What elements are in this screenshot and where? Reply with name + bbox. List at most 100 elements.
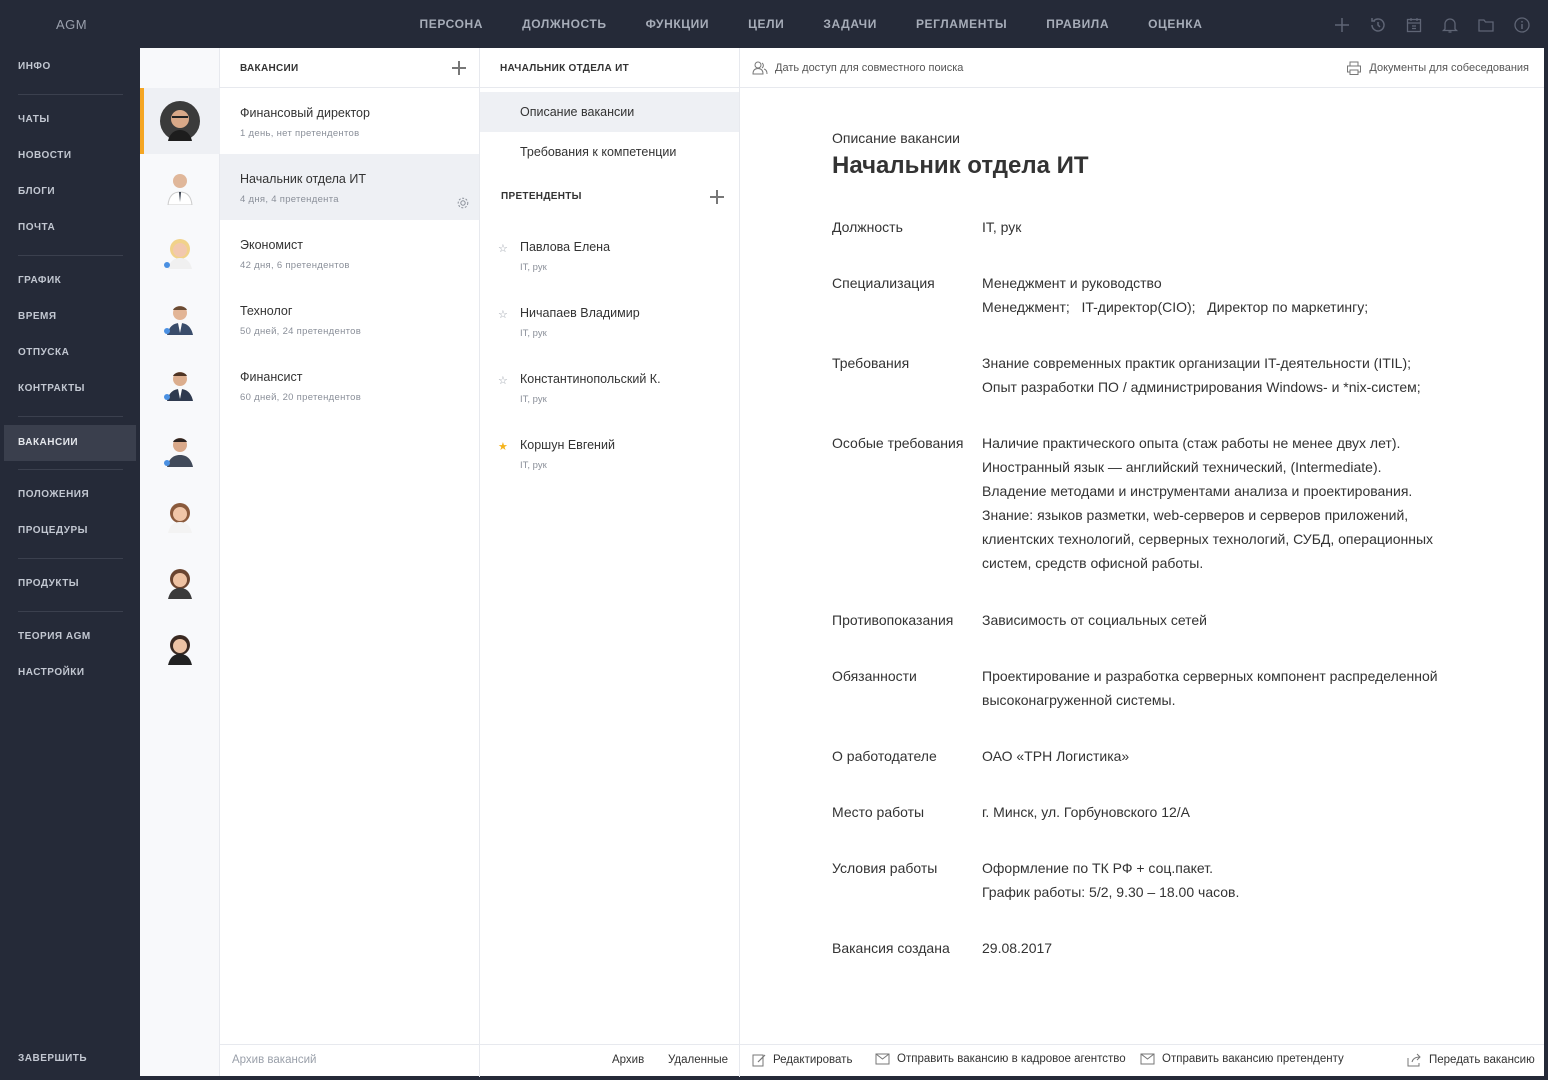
transfer-button[interactable]: Передать вакансию (1407, 1053, 1535, 1067)
share-search-label: Дать доступ для совместного поиска (775, 62, 964, 74)
star-icon[interactable]: ☆ (498, 242, 508, 255)
vacancy-meta: 42 дня, 6 претендентов (240, 260, 350, 271)
gear-icon[interactable] (456, 196, 470, 210)
avatar[interactable] (140, 286, 220, 352)
avatar[interactable] (140, 616, 220, 682)
avatar[interactable] (140, 484, 220, 550)
top-bar: AGM ПЕРСОНА ДОЛЖНОСТЬ ФУНКЦИИ ЦЕЛИ ЗАДАЧ… (0, 0, 1548, 48)
nav-tasks[interactable]: ЗАДАЧИ (804, 0, 897, 48)
tab-description[interactable]: Описание вакансии (480, 92, 739, 132)
sidebar-item-info[interactable]: ИНФО (4, 49, 136, 85)
add-candidate-icon[interactable] (710, 190, 724, 204)
nav-persona[interactable]: ПЕРСОНА (400, 0, 503, 48)
star-icon[interactable]: ☆ (498, 308, 508, 321)
field-label: Особые требования (832, 435, 964, 451)
sidebar-item-products[interactable]: ПРОДУКТЫ (4, 566, 136, 602)
field-row: Обязанности Проектирование и разработка … (832, 664, 1472, 712)
top-nav: ПЕРСОНА ДОЛЖНОСТЬ ФУНКЦИИ ЦЕЛИ ЗАДАЧИ РЕ… (400, 0, 1222, 48)
sidebar-item-blogs[interactable]: БЛОГИ (4, 174, 136, 210)
vacancy-item[interactable]: Финансист 60 дней, 20 претендентов (220, 352, 479, 418)
sidebar-item-logout[interactable]: ЗАВЕРШИТЬ (4, 1041, 136, 1077)
sidebar-divider (18, 469, 123, 470)
status-dot (164, 394, 170, 400)
sidebar-item-vacancies[interactable]: ВАКАНСИИ (4, 425, 136, 461)
candidate-item[interactable]: ☆ Павлова Елена IT, рук (480, 234, 739, 300)
vacancy-name: Экономист (240, 238, 303, 252)
candidate-item[interactable]: ★ Коршун Евгений IT, рук (480, 432, 739, 498)
send-agency-button[interactable]: Отправить вакансию в кадровое агентство (875, 1053, 1126, 1065)
app-logo[interactable]: AGM (56, 17, 87, 32)
detail-toolbar: Дать доступ для совместного поиска Докум… (740, 48, 1544, 88)
nav-goals[interactable]: ЦЕЛИ (729, 0, 804, 48)
vacancy-name: Технолог (240, 304, 293, 318)
bell-icon[interactable] (1432, 14, 1468, 36)
field-row: Особые требования Наличие практического … (832, 431, 1472, 575)
sidebar-item-time[interactable]: ВРЕМЯ (4, 299, 136, 335)
top-icons (1324, 14, 1540, 36)
field-row: Вакансия создана 29.08.2017 (832, 936, 1472, 960)
avatar[interactable] (140, 352, 220, 418)
sidebar-item-vacations[interactable]: ОТПУСКА (4, 335, 136, 371)
vacancy-item[interactable]: Технолог 50 дней, 24 претендентов (220, 286, 479, 352)
send-candidate-button[interactable]: Отправить вакансию претенденту (1140, 1053, 1344, 1065)
candidate-item[interactable]: ☆ Константинопольский К. IT, рук (480, 366, 739, 432)
status-dot (164, 328, 170, 334)
avatar-image (168, 569, 192, 599)
nav-evaluation[interactable]: ОЦЕНКА (1129, 0, 1222, 48)
avatar-column (140, 48, 220, 1076)
avatar-image (160, 101, 200, 141)
tab-competence[interactable]: Требования к компетенции (480, 132, 739, 172)
deleted-link[interactable]: Удаленные (668, 1054, 728, 1066)
nav-rules[interactable]: ПРАВИЛА (1027, 0, 1129, 48)
vacancy-item[interactable]: Начальник отдела ИТ 4 дня, 4 претендента (220, 154, 479, 220)
interview-docs-link[interactable]: Документы для собеседования (1346, 61, 1529, 75)
sidebar-item-settings[interactable]: НАСТРОЙКИ (4, 655, 136, 691)
star-filled-icon[interactable]: ★ (498, 440, 508, 453)
archive-link[interactable]: Архив (612, 1054, 644, 1066)
candidate-name: Коршун Евгений (520, 438, 615, 452)
calendar-icon[interactable] (1396, 14, 1432, 36)
nav-regulations[interactable]: РЕГЛАМЕНТЫ (896, 0, 1026, 48)
send-candidate-label: Отправить вакансию претенденту (1162, 1053, 1344, 1065)
avatar[interactable] (140, 550, 220, 616)
avatar[interactable] (140, 418, 220, 484)
candidate-item[interactable]: ☆ Ничапаев Владимир IT, рук (480, 300, 739, 366)
vacancy-item[interactable]: Экономист 42 дня, 6 претендентов (220, 220, 479, 286)
vacancies-archive-link[interactable]: Архив вакансий (232, 1054, 316, 1066)
history-icon[interactable] (1360, 14, 1396, 36)
add-vacancy-icon[interactable] (452, 61, 466, 75)
sidebar-item-news[interactable]: НОВОСТИ (4, 138, 136, 174)
transfer-label: Передать вакансию (1429, 1054, 1535, 1066)
sidebar-divider (18, 255, 123, 256)
nav-position[interactable]: ДОЛЖНОСТЬ (503, 0, 627, 48)
vacancy-name: Начальник отдела ИТ (240, 172, 366, 186)
nav-functions[interactable]: ФУНКЦИИ (626, 0, 728, 48)
sidebar-item-regulations[interactable]: ПОЛОЖЕНИЯ (4, 477, 136, 513)
edit-button[interactable]: Редактировать (752, 1053, 852, 1067)
share-search-link[interactable]: Дать доступ для совместного поиска (752, 61, 963, 75)
sidebar-item-chats[interactable]: ЧАТЫ (4, 102, 136, 138)
vacancy-header: НАЧАЛЬНИК ОТДЕЛА ИТ (480, 48, 739, 88)
avatar[interactable] (140, 88, 220, 154)
info-icon[interactable] (1504, 14, 1540, 36)
plus-icon[interactable] (1324, 14, 1360, 36)
field-label: Обязанности (832, 668, 917, 684)
candidate-meta: IT, рук (520, 262, 547, 273)
field-value: 29.08.2017 (982, 940, 1053, 956)
field-label: Должность (832, 219, 903, 235)
avatar[interactable] (140, 154, 220, 220)
sidebar-item-contracts[interactable]: КОНТРАКТЫ (4, 371, 136, 407)
avatar-image (168, 503, 192, 533)
sidebar-item-schedule[interactable]: ГРАФИК (4, 263, 136, 299)
sidebar-item-procedures[interactable]: ПРОЦЕДУРЫ (4, 513, 136, 549)
field-row: Должность IT, рук (832, 215, 1472, 239)
sidebar-item-mail[interactable]: ПОЧТА (4, 210, 136, 246)
candidate-meta: IT, рук (520, 328, 547, 339)
vacancy-item[interactable]: Финансовый директор 1 день, нет претенде… (220, 88, 479, 154)
sidebar-item-theory[interactable]: ТЕОРИЯ AGM (4, 619, 136, 655)
folder-icon[interactable] (1468, 14, 1504, 36)
field-label: Противопоказания (832, 612, 954, 628)
avatar[interactable] (140, 220, 220, 286)
star-icon[interactable]: ☆ (498, 374, 508, 387)
candidate-meta: IT, рук (520, 460, 547, 471)
